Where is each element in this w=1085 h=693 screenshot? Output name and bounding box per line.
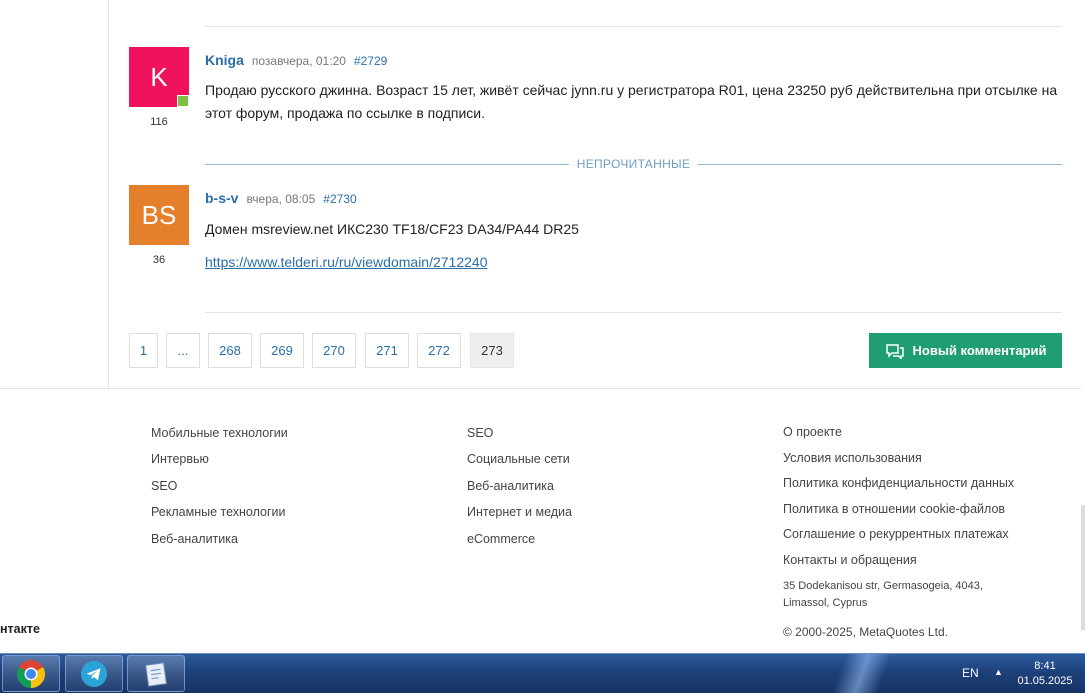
comment-text: Продаю русского джинна. Возраст 15 лет, …	[205, 82, 1058, 121]
system-clock[interactable]: 8:41 01.05.2025	[1014, 659, 1076, 689]
footer-link[interactable]: Социальные сети	[467, 452, 572, 478]
address-line: 35 Dodekanisou str, Germasogeia, 4043,	[783, 579, 983, 592]
chrome-icon	[17, 659, 45, 688]
footer-link[interactable]: Мобильные технологии	[151, 426, 288, 452]
clock-time: 8:41	[1034, 660, 1056, 672]
comment-number[interactable]: #2729	[354, 54, 387, 68]
avatar-initials: K	[150, 61, 168, 92]
tray-expand-icon[interactable]: ▲	[994, 667, 1003, 677]
new-comment-label: Новый комментарий	[912, 343, 1047, 358]
avatar-initials: BS	[141, 199, 177, 230]
footer-link[interactable]: Веб-аналитика	[467, 479, 572, 505]
taskbar: EN ▲ 8:41 01.05.2025	[0, 653, 1085, 693]
footer-divider	[0, 388, 1081, 389]
comment-time: позавчера, 01:20	[251, 54, 346, 68]
company-address: 35 Dodekanisou str, Germasogeia, 4043, L…	[783, 578, 1014, 612]
copyright-link[interactable]: MetaQuotes Ltd.	[859, 625, 948, 639]
footer-link[interactable]: SEO	[467, 426, 572, 452]
online-status-icon	[177, 95, 189, 107]
footer-link[interactable]: Политика в отношении cookie-файлов	[783, 502, 1014, 528]
footer-col-3: О проекте Условия использования Политика…	[783, 425, 1014, 639]
footer-link[interactable]: Рекламные технологии	[151, 505, 288, 531]
comment-link-line: https://www.telderi.ru/ru/viewdomain/271…	[205, 251, 1065, 274]
telegram-icon	[81, 660, 107, 687]
comment-icon	[885, 343, 904, 359]
avatar[interactable]: BS	[129, 185, 189, 245]
footer-link[interactable]: О проекте	[783, 425, 1014, 451]
footer-link[interactable]: Контакты и обращения	[783, 553, 1014, 575]
social-link-clipped[interactable]: нтакте	[0, 622, 40, 636]
new-comment-button[interactable]: Новый комментарий	[869, 333, 1062, 368]
footer-link[interactable]: Интернет и медиа	[467, 505, 572, 531]
notepad-taskbar-button[interactable]	[127, 655, 185, 692]
language-indicator[interactable]: EN	[962, 666, 979, 680]
page-269-button[interactable]: 269	[260, 333, 304, 368]
page: { "comments": [ { "avatar_text": "K", "a…	[0, 0, 1085, 693]
clock-date: 01.05.2025	[1017, 675, 1073, 687]
page-268-button[interactable]: 268	[208, 333, 252, 368]
page-271-button[interactable]: 271	[365, 333, 409, 368]
page-1-button[interactable]: 1	[129, 333, 158, 368]
page-ellipsis-button[interactable]: ...	[166, 333, 200, 368]
page-270-button[interactable]: 270	[312, 333, 356, 368]
footer-col-1: Мобильные технологии Интервью SEO Реклам…	[151, 426, 288, 558]
user-rating: 116	[150, 116, 168, 128]
comment-separator	[205, 26, 1062, 27]
comment-number[interactable]: #2730	[323, 192, 356, 206]
comment-text: Домен msreview.net ИКС230 TF18/CF23 DA34…	[205, 221, 579, 237]
footer-link[interactable]: SEO	[151, 479, 288, 505]
unread-label: НЕПРОЧИТАННЫЕ	[576, 157, 691, 171]
scrollbar[interactable]	[1081, 505, 1085, 630]
footer-link[interactable]: Политика конфиденциальности данных	[783, 476, 1014, 502]
content-left-border	[108, 0, 109, 388]
comment-author[interactable]: Kniga	[205, 52, 244, 68]
comment-author[interactable]: b-s-v	[205, 190, 238, 206]
comment-2729: K 116 Kniga позавчера, 01:20 #2729 Продаю …	[129, 47, 1062, 137]
footer-link[interactable]: Соглашение о рекуррентных платежах	[783, 527, 1014, 553]
footer-link[interactable]: Интервью	[151, 452, 288, 478]
address-line: Limassol, Cyprus	[783, 596, 868, 609]
pagination-separator	[205, 312, 1062, 313]
comment-meta: Kniga позавчера, 01:20 #2729	[205, 52, 387, 68]
copyright: © 2000-2025, MetaQuotes Ltd.	[783, 625, 1014, 639]
footer-link[interactable]: Веб-аналитика	[151, 532, 288, 558]
comment-2730: BS 36 b-s-v вчера, 08:05 #2730 Домен msrev…	[129, 185, 1062, 280]
comment-time: вчера, 08:05	[246, 192, 316, 206]
user-rating: 36	[152, 254, 166, 266]
footer-link[interactable]: Условия использования	[783, 451, 1014, 477]
chrome-taskbar-button[interactable]	[2, 655, 60, 692]
unread-divider: НЕПРОЧИТАННЫЕ	[205, 156, 1062, 172]
telegram-taskbar-button[interactable]	[65, 655, 123, 692]
notepad-icon	[145, 661, 168, 687]
page-272-button[interactable]: 272	[417, 333, 461, 368]
comment-meta: b-s-v вчера, 08:05 #2730	[205, 190, 357, 206]
footer-col-2: SEO Социальные сети Веб-аналитика Интерн…	[467, 426, 572, 558]
copyright-text: © 2000-2025,	[783, 624, 860, 639]
footer-link[interactable]: eCommerce	[467, 532, 572, 558]
comment-link[interactable]: https://www.telderi.ru/ru/viewdomain/271…	[205, 254, 487, 270]
page-273-current: 273	[470, 333, 514, 368]
avatar[interactable]: K	[129, 47, 189, 107]
